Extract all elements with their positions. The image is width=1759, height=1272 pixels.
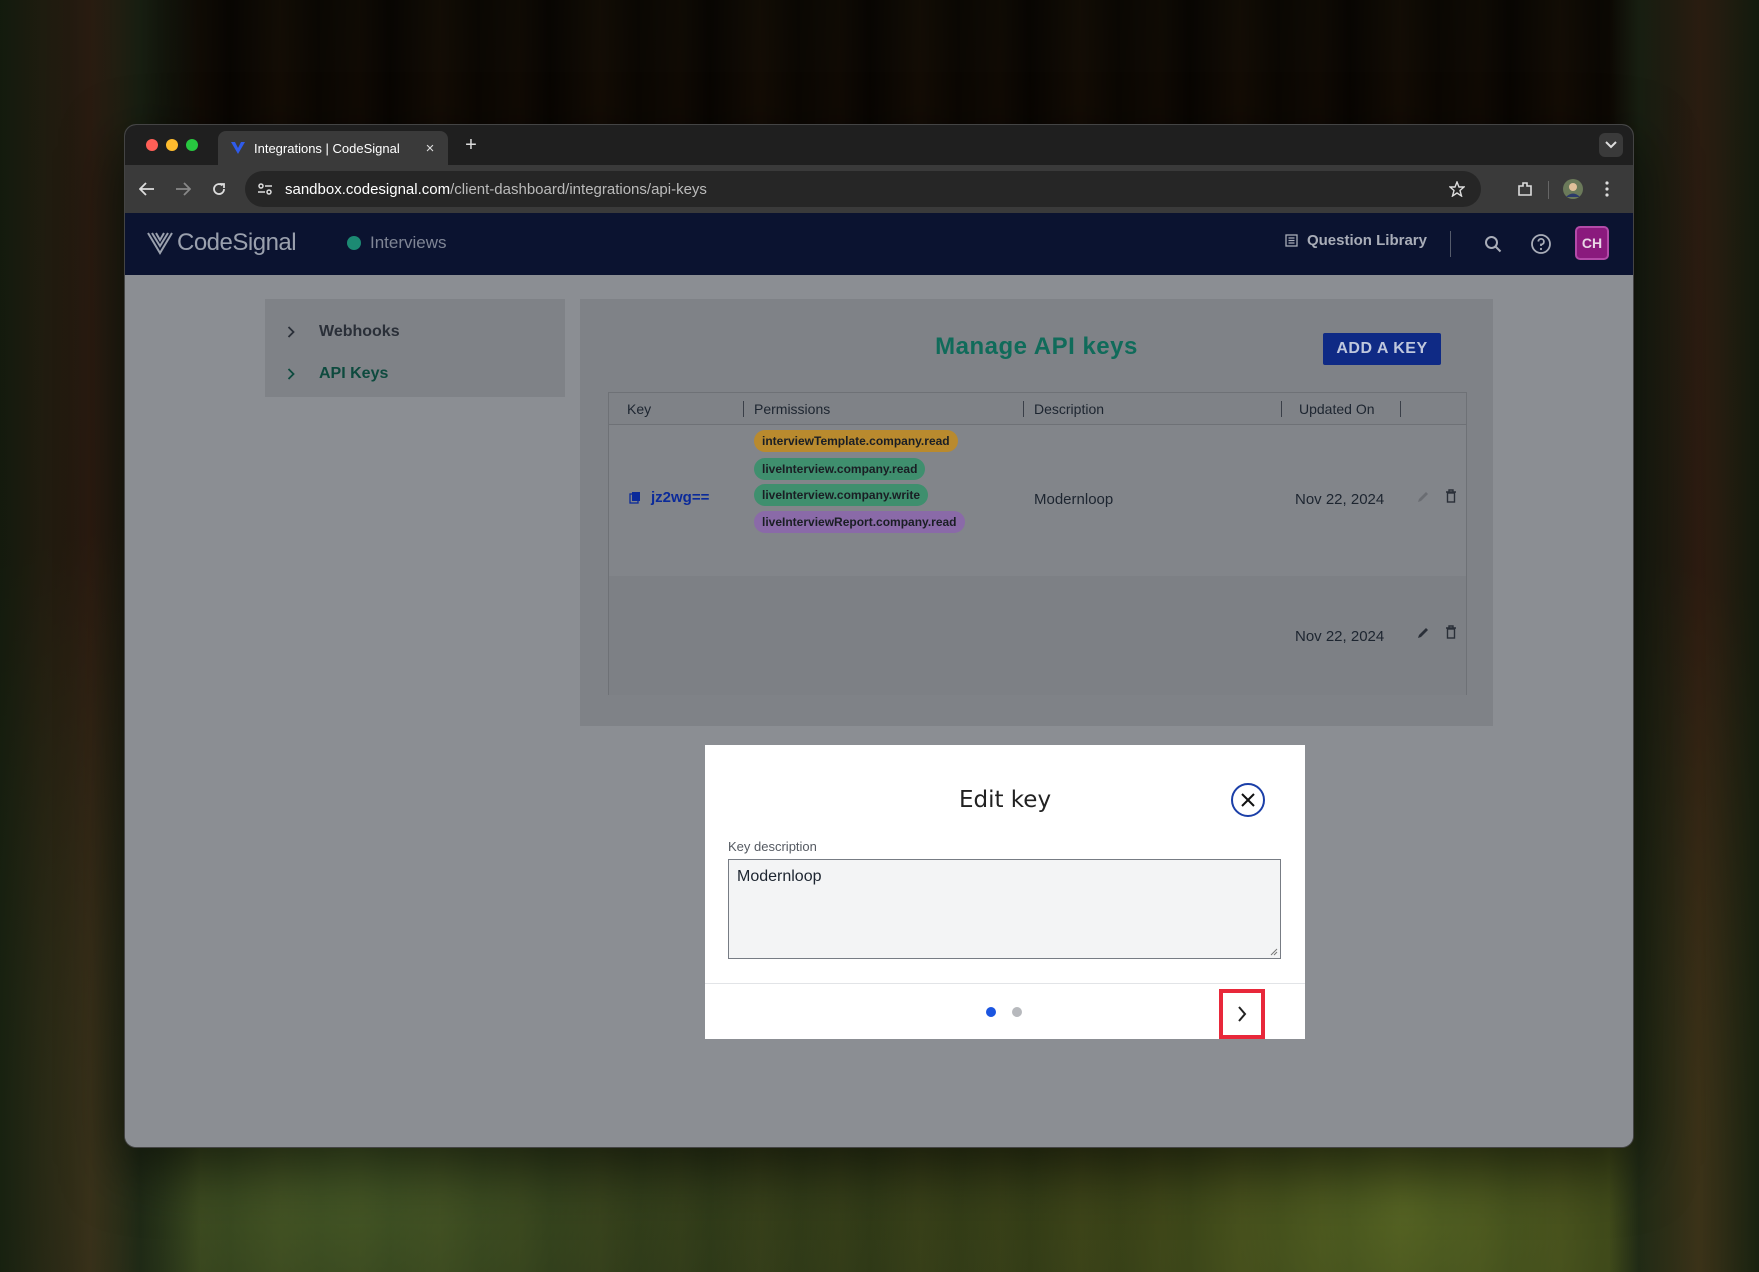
codesignal-favicon-icon <box>230 140 246 156</box>
chevron-right-icon <box>287 368 305 380</box>
delete-trash-icon[interactable] <box>1442 623 1460 641</box>
bookmark-star-icon[interactable] <box>1445 177 1469 201</box>
updated-on-date: Nov 22, 2024 <box>1295 491 1385 508</box>
api-keys-panel: Manage API keys ADD A KEY Key Permission… <box>580 299 1493 726</box>
column-header-permissions: Permissions <box>754 401 831 417</box>
reload-button[interactable] <box>207 177 231 201</box>
column-header-key: Key <box>627 401 652 417</box>
pagination-dot[interactable] <box>1012 1007 1022 1017</box>
edit-pencil-icon[interactable] <box>1414 624 1432 642</box>
next-step-button[interactable] <box>1219 989 1265 1039</box>
table-header: Key Permissions Description Updated On <box>609 393 1466 425</box>
url-path: /client-dashboard/integrations/api-keys <box>450 180 707 198</box>
sidebar-item-api-keys[interactable]: API Keys <box>265 353 565 395</box>
integrations-sidebar: Webhooks API Keys <box>265 299 565 397</box>
arrow-left-icon <box>139 182 154 196</box>
chevron-down-icon <box>1605 141 1617 149</box>
codesignal-logo-icon <box>147 232 173 255</box>
permission-badge: liveInterview.company.read <box>754 458 926 480</box>
profile-avatar-icon[interactable] <box>1561 177 1585 201</box>
modal-title: Edit key <box>958 787 1052 813</box>
pagination-dot-active[interactable] <box>986 1007 996 1017</box>
delete-trash-icon[interactable] <box>1442 487 1460 505</box>
browser-window: Integrations | CodeSignal × + sandbox.co… <box>124 124 1634 1148</box>
question-library-link[interactable]: Question Library <box>1285 232 1427 249</box>
edit-key-modal: Edit key Key description Modernloop <box>705 745 1305 1039</box>
user-avatar[interactable]: CH <box>1575 226 1609 260</box>
copy-icon <box>629 492 640 504</box>
permission-badge: liveInterview.company.write <box>754 484 929 506</box>
nav-interviews[interactable]: Interviews <box>347 233 447 253</box>
key-description-value: Modernloop <box>737 868 822 885</box>
logo-text: CodeSignal <box>177 229 297 256</box>
column-divider <box>1400 401 1401 417</box>
edit-pencil-icon[interactable] <box>1414 488 1432 506</box>
sidebar-item-webhooks[interactable]: Webhooks <box>265 311 565 353</box>
tab-title: Integrations | CodeSignal <box>254 140 400 156</box>
arrow-right-icon <box>176 182 191 196</box>
extensions-icon[interactable] <box>1513 177 1537 201</box>
header-divider <box>1450 231 1451 257</box>
toolbar-divider <box>1548 181 1549 199</box>
forward-button[interactable] <box>171 177 195 201</box>
reload-icon <box>213 183 225 195</box>
new-tab-button[interactable]: + <box>460 134 482 156</box>
tab-search-button[interactable] <box>1599 133 1623 157</box>
back-button[interactable] <box>135 177 159 201</box>
site-info-icon[interactable] <box>249 173 281 205</box>
table-row: Nov 22, 2024 <box>609 576 1466 695</box>
permission-badge: liveInterviewReport.company.read <box>754 511 965 533</box>
sidebar-item-label: API Keys <box>319 365 389 382</box>
table-row: jz2wg== interviewTemplate.company.read l… <box>609 425 1466 576</box>
minimize-window-button[interactable] <box>166 139 178 151</box>
close-modal-button[interactable] <box>1231 783 1265 817</box>
app-viewport: CodeSignal Interviews Question Library C… <box>125 213 1633 1147</box>
close-icon <box>1241 793 1255 807</box>
resize-handle-icon <box>1270 948 1278 956</box>
search-icon[interactable] <box>1481 232 1505 256</box>
browser-tab[interactable]: Integrations | CodeSignal × <box>218 131 448 165</box>
chevron-right-icon <box>287 326 305 338</box>
add-key-button[interactable]: ADD A KEY <box>1323 333 1441 365</box>
column-divider <box>1281 401 1282 417</box>
library-icon <box>1285 234 1298 247</box>
close-window-button[interactable] <box>146 139 158 151</box>
sidebar-item-label: Webhooks <box>319 323 400 340</box>
chevron-right-icon <box>1238 1006 1247 1022</box>
help-icon[interactable] <box>1529 232 1553 256</box>
codesignal-logo[interactable]: CodeSignal <box>147 229 297 257</box>
interviews-icon <box>347 236 361 250</box>
permission-badge: interviewTemplate.company.read <box>754 430 958 452</box>
browser-menu-icon[interactable] <box>1595 177 1619 201</box>
key-description-input[interactable]: Modernloop <box>728 859 1281 959</box>
url-text: sandbox.codesignal.com/client-dashboard/… <box>285 181 707 198</box>
column-divider <box>743 401 744 417</box>
modal-footer-divider <box>705 983 1305 984</box>
url-host: sandbox.codesignal.com <box>285 180 451 198</box>
column-divider <box>1023 401 1024 417</box>
column-header-description: Description <box>1034 401 1105 417</box>
tab-close-icon[interactable]: × <box>420 138 440 158</box>
tab-strip: Integrations | CodeSignal × + <box>125 125 1633 165</box>
api-key-value: jz2wg== <box>651 489 710 506</box>
browser-toolbar: sandbox.codesignal.com/client-dashboard/… <box>125 165 1633 213</box>
app-header: CodeSignal Interviews Question Library C… <box>125 213 1633 275</box>
question-library-label: Question Library <box>1306 232 1427 249</box>
updated-on-date: Nov 22, 2024 <box>1295 628 1385 645</box>
address-bar[interactable]: sandbox.codesignal.com/client-dashboard/… <box>245 171 1481 207</box>
key-description: Modernloop <box>1034 491 1114 508</box>
api-key-link[interactable]: jz2wg== <box>629 489 709 506</box>
api-keys-table: Key Permissions Description Updated On j… <box>608 392 1467 695</box>
maximize-window-button[interactable] <box>186 139 198 151</box>
nav-interviews-label: Interviews <box>370 233 447 252</box>
key-description-label: Key description <box>728 839 817 854</box>
column-header-updated-on: Updated On <box>1299 401 1375 417</box>
